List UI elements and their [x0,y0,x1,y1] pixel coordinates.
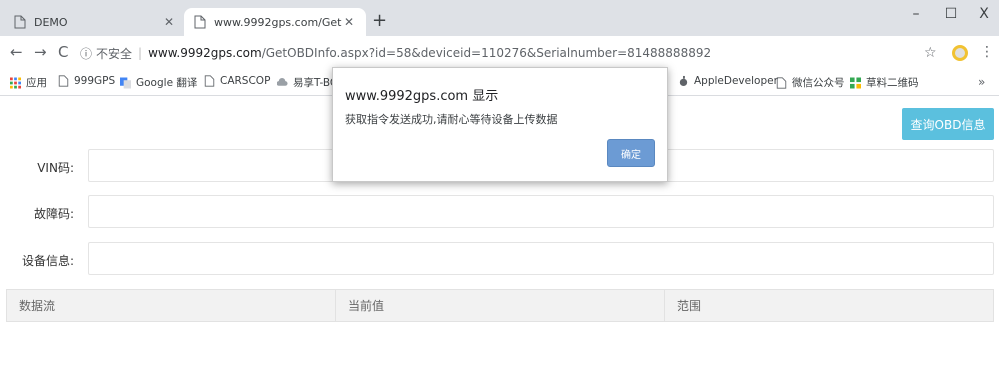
page-icon [58,75,69,87]
bookmark-label: 草料二维码 [866,77,919,89]
apps-grid-icon [10,77,21,88]
tab-strip: DEMO ✕ www.9992gps.com/GetOBDIn ✕ + – ☐ … [0,0,999,36]
vin-label: VIN码: [37,161,74,175]
bookmark-appledeveloper[interactable]: AppleDeveloper [678,75,778,87]
bookmark-star-icon[interactable]: ☆ [924,45,937,61]
reload-button[interactable]: C [58,44,68,60]
data-grid-header: 数据流 当前值 范围 [6,289,994,322]
url-host: www.9992gps.com [148,46,262,60]
security-label: 不安全 [96,46,133,61]
device-info-label: 设备信息: [21,254,74,268]
minimize-button[interactable]: – [906,6,926,22]
address-separator: | [138,46,143,60]
fault-code-field[interactable] [88,195,994,228]
close-icon[interactable]: ✕ [162,15,176,29]
bookmark-label: CARSCOP [220,75,271,87]
page-icon [776,76,787,89]
tab-title: DEMO [34,15,68,29]
bookmark-label: 应用 [26,77,47,89]
forward-button[interactable]: → [34,44,47,60]
close-window-button[interactable]: X [974,6,994,22]
bookmarks-overflow-button[interactable]: » [978,75,985,89]
page-icon [194,15,206,29]
column-header-dataflow[interactable]: 数据流 [7,290,336,321]
qr-icon [850,77,861,88]
bookmark-label: 微信公众号 [792,77,845,89]
bookmark-label: Google 翻译 [136,77,198,89]
bookmark-label: AppleDeveloper [694,75,778,87]
query-obd-button[interactable]: 查询OBD信息 [902,108,994,140]
menu-kebab-icon[interactable]: ⋮ [980,44,994,60]
address-bar[interactable]: ⓘ 不安全 | www.9992gps.com /GetOBDInfo.aspx… [80,40,920,66]
alert-dialog: www.9992gps.com 显示 获取指令发送成功,请耐心等待设备上传数据 … [332,67,668,182]
bookmark-yixiang[interactable]: 易享T-BO [277,75,338,90]
extension-icon[interactable] [952,45,968,61]
new-tab-button[interactable]: + [372,12,387,30]
back-button[interactable]: ← [10,44,23,60]
url-path: /GetOBDInfo.aspx?id=58&deviceid=110276&S… [261,46,712,60]
bookmark-apps[interactable]: 应用 [10,75,47,90]
bookmark-label: 999GPS [74,75,116,87]
column-header-current-value[interactable]: 当前值 [336,290,665,321]
bookmark-carscop[interactable]: CARSCOP [204,75,270,87]
apple-icon [679,75,688,87]
cloud-icon [277,77,288,86]
tab-getobdinfo[interactable]: www.9992gps.com/GetOBDIn ✕ [184,8,366,36]
translate-icon [120,77,131,88]
device-info-field[interactable] [88,242,994,275]
tab-demo[interactable]: DEMO ✕ [4,8,186,36]
info-icon[interactable]: ⓘ [80,45,92,62]
fault-code-label: 故障码: [33,207,74,221]
dialog-title: www.9992gps.com 显示 [345,89,499,104]
dialog-ok-button[interactable]: 确定 [607,139,655,167]
bookmark-google-translate[interactable]: Google 翻译 [120,75,197,90]
bookmark-caoliao[interactable]: 草料二维码 [850,75,919,90]
maximize-button[interactable]: ☐ [941,6,961,22]
page-icon [14,15,26,29]
tab-title: www.9992gps.com/GetOBDIn [214,15,342,29]
dialog-message: 获取指令发送成功,请耐心等待设备上传数据 [345,113,558,126]
bookmark-wechat[interactable]: 微信公众号 [776,75,845,90]
page-icon [204,75,215,87]
close-icon[interactable]: ✕ [342,15,356,29]
bookmark-999gps[interactable]: 999GPS [58,75,115,87]
column-header-range[interactable]: 范围 [665,290,993,321]
